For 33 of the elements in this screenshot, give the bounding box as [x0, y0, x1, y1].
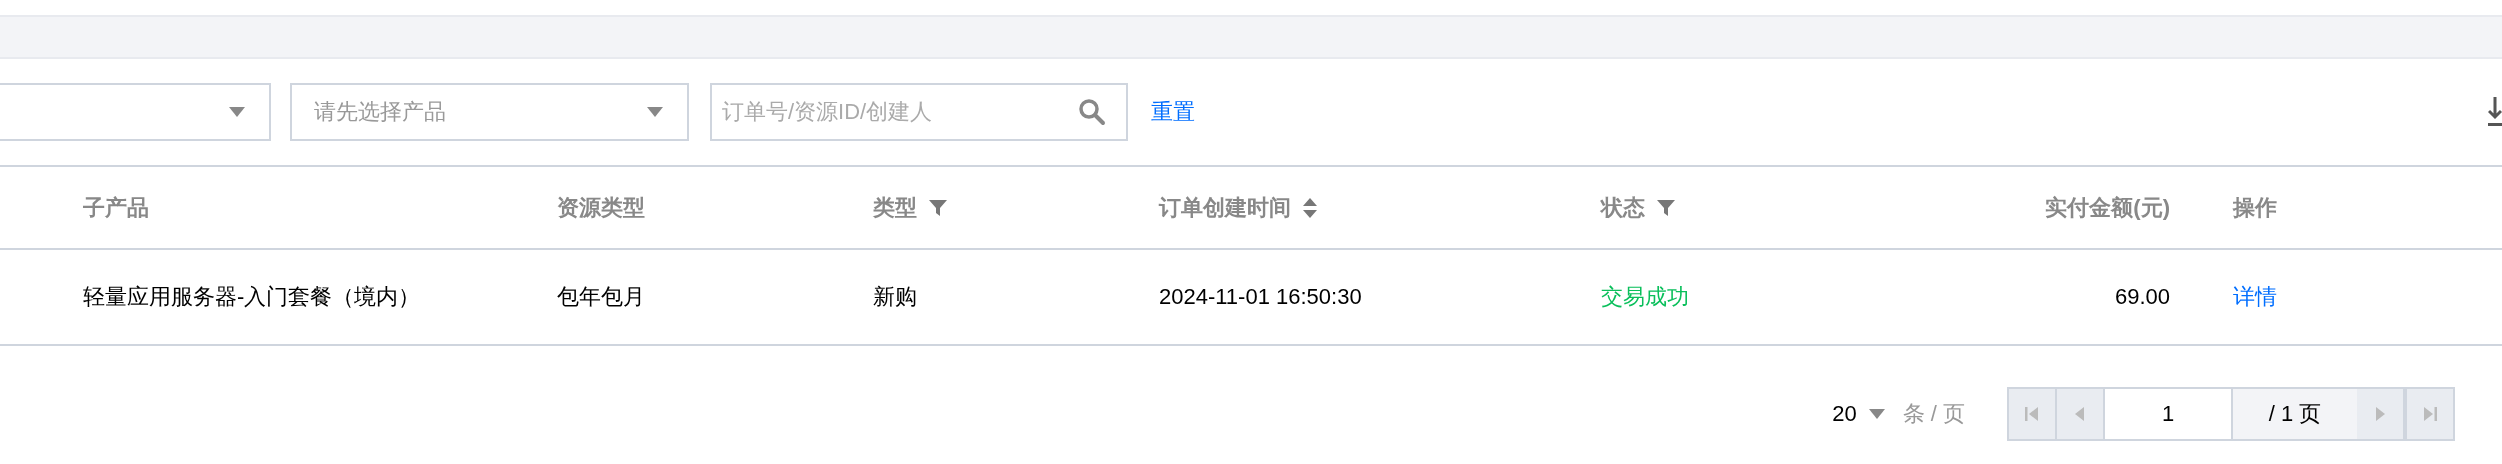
details-link[interactable]: 详情: [2233, 282, 2277, 312]
table-cell-text: 轻量应用服务器-入门套餐（境内）: [83, 283, 421, 311]
column-header: 类型: [873, 193, 917, 222]
page-size-select[interactable]: 20: [1832, 401, 1885, 427]
select-field[interactable]: [0, 83, 271, 141]
total-pages-label: / 1 页: [2233, 389, 2357, 439]
next-page-icon: [2375, 406, 2385, 422]
sort-icon[interactable]: [1303, 197, 1317, 218]
caret-icon: [229, 107, 245, 117]
column-header: 订单创建时间: [1159, 193, 1291, 222]
caret-icon: [647, 107, 663, 117]
search-icon[interactable]: [1078, 98, 1106, 126]
column-header: 子产品: [83, 193, 149, 222]
column-header: 资源类型: [557, 193, 645, 222]
search-field[interactable]: 订单号/资源ID/创建人: [710, 83, 1128, 141]
first-page-icon: [2025, 406, 2039, 422]
column-header: 状态: [1601, 193, 1645, 222]
page-size-label: 条 / 页: [1902, 400, 1965, 428]
column-header: 操作: [2233, 193, 2277, 222]
last-page-icon: [2423, 406, 2437, 422]
reset-link[interactable]: 重置: [1151, 97, 1195, 127]
table-cell-text: 包年包月: [557, 283, 645, 311]
previous-page-icon: [2075, 406, 2085, 422]
filter-icon[interactable]: [929, 198, 947, 217]
table-cell-text: 新购: [873, 283, 917, 311]
select-field[interactable]: 请先选择产品: [290, 83, 689, 141]
page-input[interactable]: 1: [2105, 389, 2233, 439]
table-cell: 2024-11-01 16:50:30: [1159, 284, 1362, 310]
table-cell: 69.00: [2114, 284, 2170, 310]
column-header: 实付金额(元): [2045, 193, 2170, 222]
status-text: 交易成功: [1601, 283, 1689, 311]
filter-icon[interactable]: [1657, 198, 1675, 217]
caret-icon: [1868, 409, 1885, 419]
